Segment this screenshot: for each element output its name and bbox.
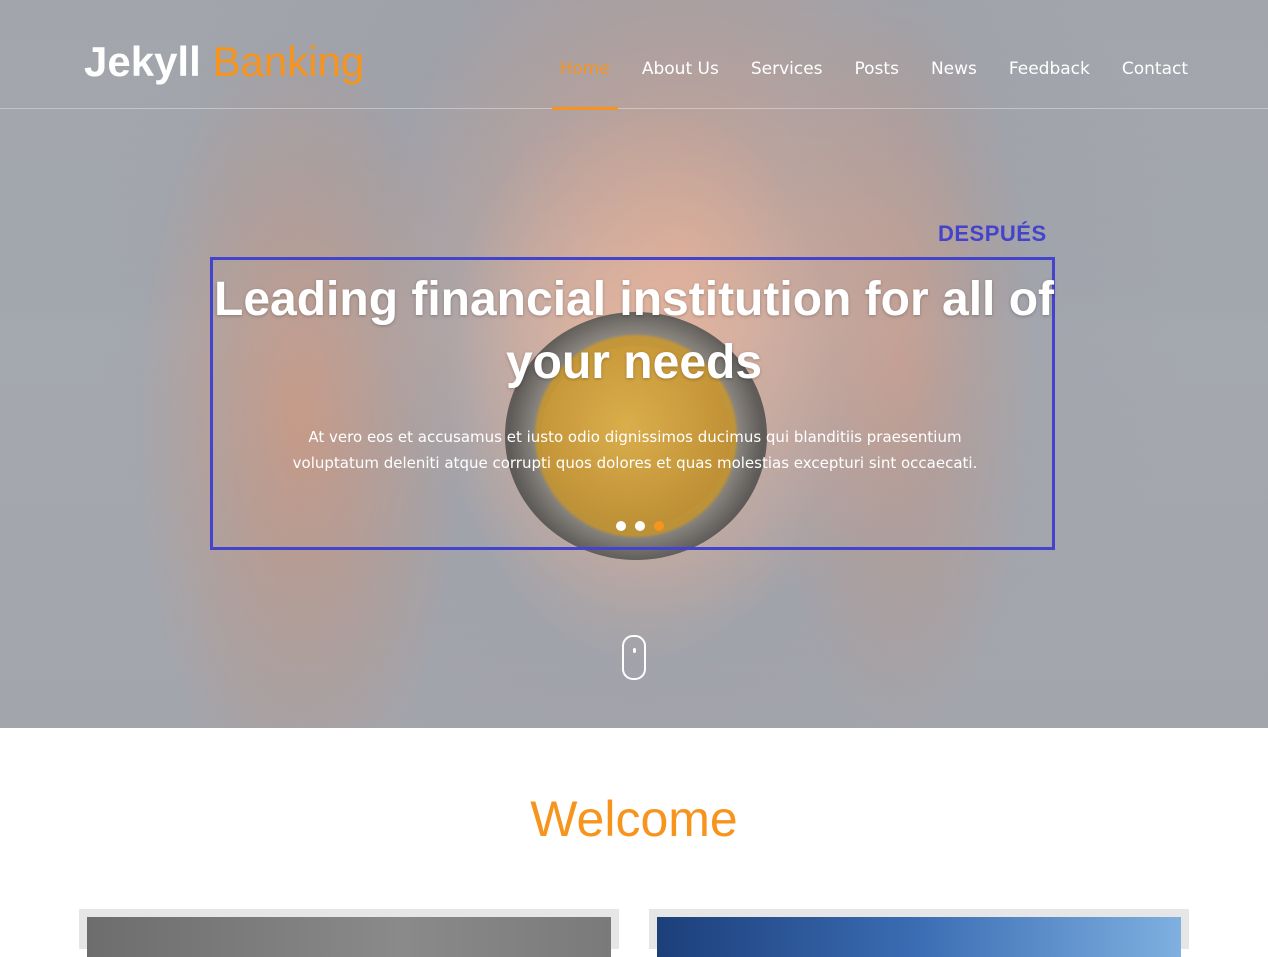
logo-text-primary: Jekyll [84, 38, 201, 85]
feature-card [649, 909, 1189, 957]
nav-item-label: Services [750, 59, 823, 79]
site-logo[interactable]: Jekyll Banking [84, 34, 364, 90]
main-nav: Home About Us Services Posts News Feedba… [544, 58, 1188, 110]
nav-item-label: News [930, 59, 977, 79]
nav-item-label: Feedback [1008, 59, 1090, 79]
nav-item-feedback[interactable]: Feedback [993, 58, 1106, 80]
slider-dot[interactable] [616, 521, 626, 531]
nav-item-label: Posts [854, 59, 899, 79]
nav-item-about-us[interactable]: About Us [626, 58, 735, 80]
feature-card-image [87, 917, 611, 957]
nav-item-label: About Us [641, 59, 719, 79]
nav-item-contact[interactable]: Contact [1106, 58, 1188, 80]
feature-card-image [657, 917, 1181, 957]
nav-item-home[interactable]: Home [544, 58, 626, 110]
nav-item-posts[interactable]: Posts [839, 58, 915, 80]
header-divider [0, 108, 1268, 109]
hero-title: Leading financial institution for all of… [214, 273, 1054, 389]
active-nav-indicator [551, 107, 618, 110]
feature-card [79, 909, 619, 957]
nav-item-label: Home [559, 59, 610, 79]
section-title: Welcome [530, 791, 738, 847]
slider-dots [616, 521, 664, 531]
logo-text-secondary: Banking [212, 38, 365, 85]
nav-item-services[interactable]: Services [735, 58, 839, 80]
scroll-down-mouse-icon[interactable] [622, 635, 646, 680]
hero-description: At vero eos et accusamus et iusto odio d… [292, 428, 978, 472]
nav-item-label: Contact [1121, 59, 1188, 79]
annotation-label: DESPUÉS [938, 221, 1047, 246]
nav-item-news[interactable]: News [915, 58, 993, 80]
slider-dot[interactable] [635, 521, 645, 531]
slider-dot-active[interactable] [654, 521, 664, 531]
